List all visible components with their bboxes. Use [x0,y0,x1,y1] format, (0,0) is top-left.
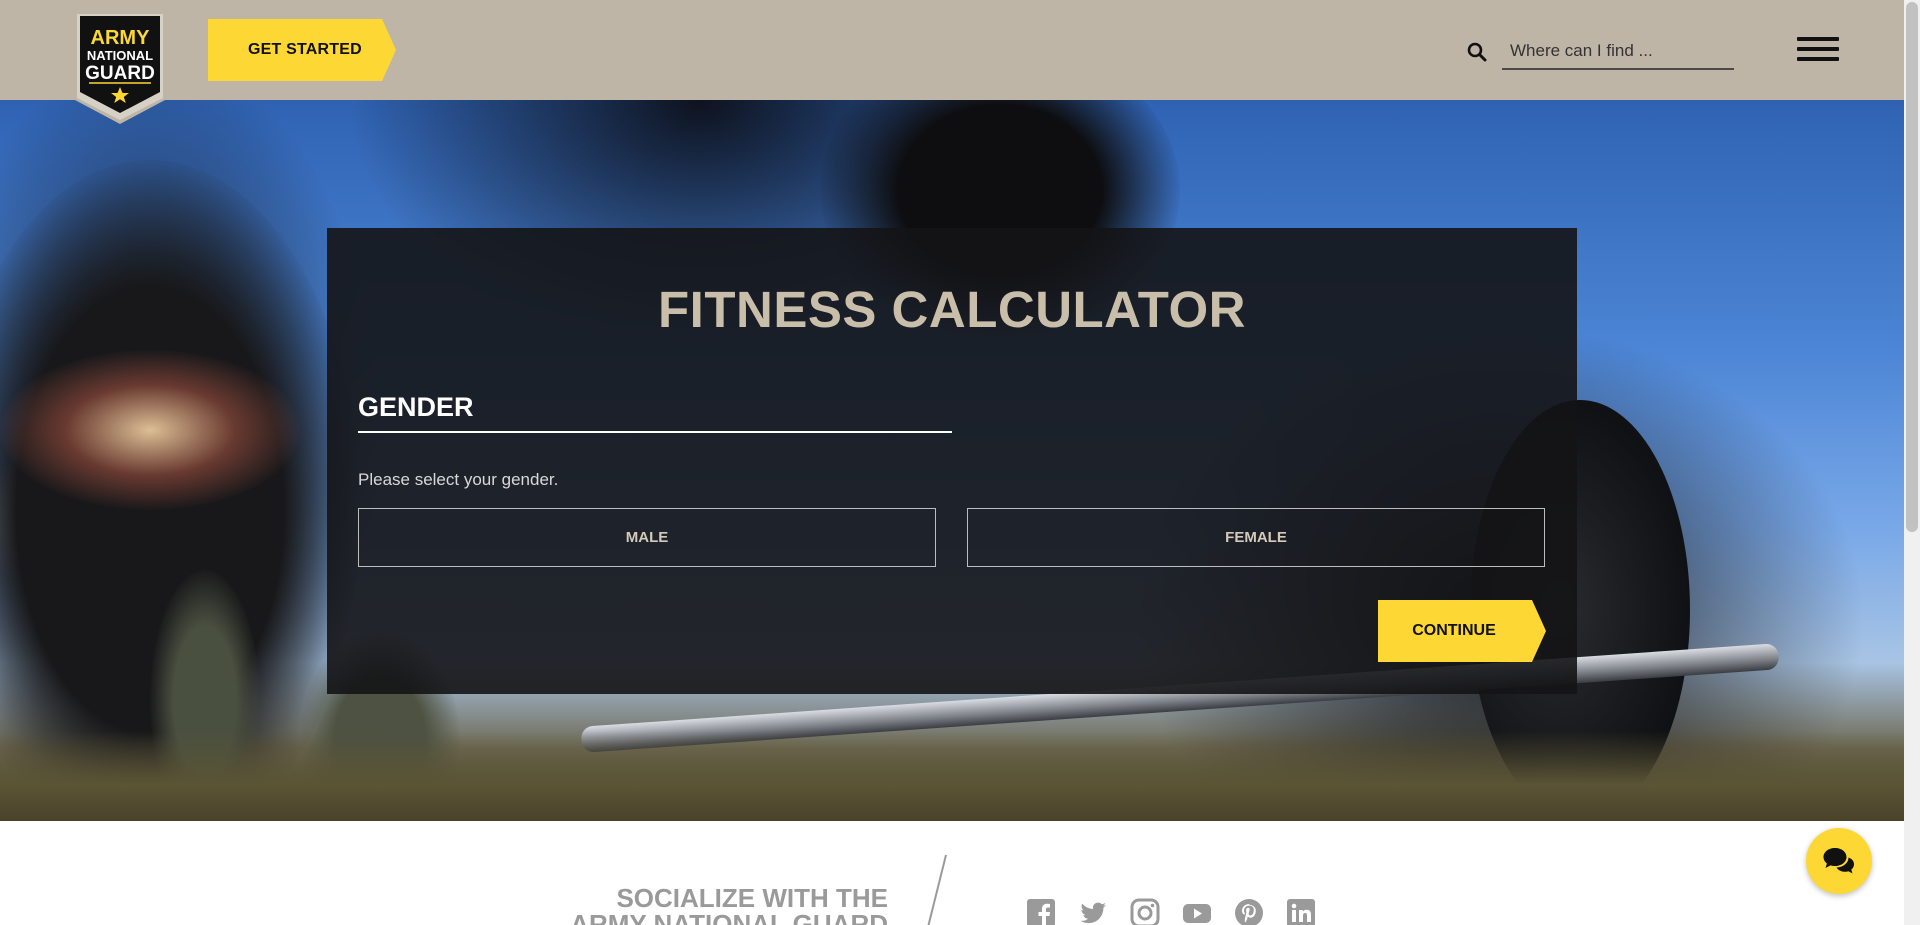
female-option-button[interactable]: FEMALE [967,508,1545,567]
continue-label: CONTINUE [1412,622,1496,639]
gender-instructions: Please select your gender. [358,470,559,489]
gender-section-title: GENDER [358,392,952,433]
hamburger-menu-icon[interactable] [1797,37,1839,65]
logo-line1: ARMY [91,27,151,49]
hamburger-line [1797,37,1839,41]
page-scrollbar-thumb[interactable] [1906,2,1918,532]
get-started-button[interactable]: GET STARTED [208,19,396,81]
linkedin-icon[interactable] [1286,898,1316,925]
social-section: SOCIALIZE WITH THE ARMY NATIONAL GUARD [0,821,1904,925]
army-national-guard-logo[interactable]: ARMY NATIONAL GUARD [75,12,165,124]
hamburger-line [1797,57,1839,61]
social-icons-row [1026,898,1316,925]
youtube-icon[interactable] [1182,898,1212,925]
hero-lens-flare [0,350,300,510]
social-heading-line1: SOCIALIZE WITH THE [616,883,888,913]
search-input[interactable] [1502,34,1734,70]
social-divider [925,854,947,925]
chat-button[interactable] [1806,828,1872,894]
social-heading: SOCIALIZE WITH THE ARMY NATIONAL GUARD [570,885,888,925]
page-title: FITNESS CALCULATOR [658,281,1246,338]
site-header: GET STARTED [0,0,1904,100]
site-search [1466,34,1734,70]
social-heading-line2: ARMY NATIONAL GUARD [570,909,888,925]
hero-ground [0,731,1904,821]
instagram-icon[interactable] [1130,898,1160,925]
logo-line3: GUARD [85,63,155,84]
search-icon[interactable] [1466,41,1488,63]
hamburger-line [1797,47,1839,51]
fitness-calculator-card: FITNESS CALCULATOR GENDER Please select … [327,228,1577,694]
chat-bubbles-icon [1823,848,1854,874]
logo-line2: NATIONAL [87,48,153,63]
facebook-icon[interactable] [1026,898,1056,925]
get-started-label: GET STARTED [248,41,362,58]
twitter-icon[interactable] [1078,898,1108,925]
continue-button[interactable]: CONTINUE [1378,600,1546,662]
pinterest-icon[interactable] [1234,898,1264,925]
male-option-button[interactable]: MALE [358,508,936,567]
